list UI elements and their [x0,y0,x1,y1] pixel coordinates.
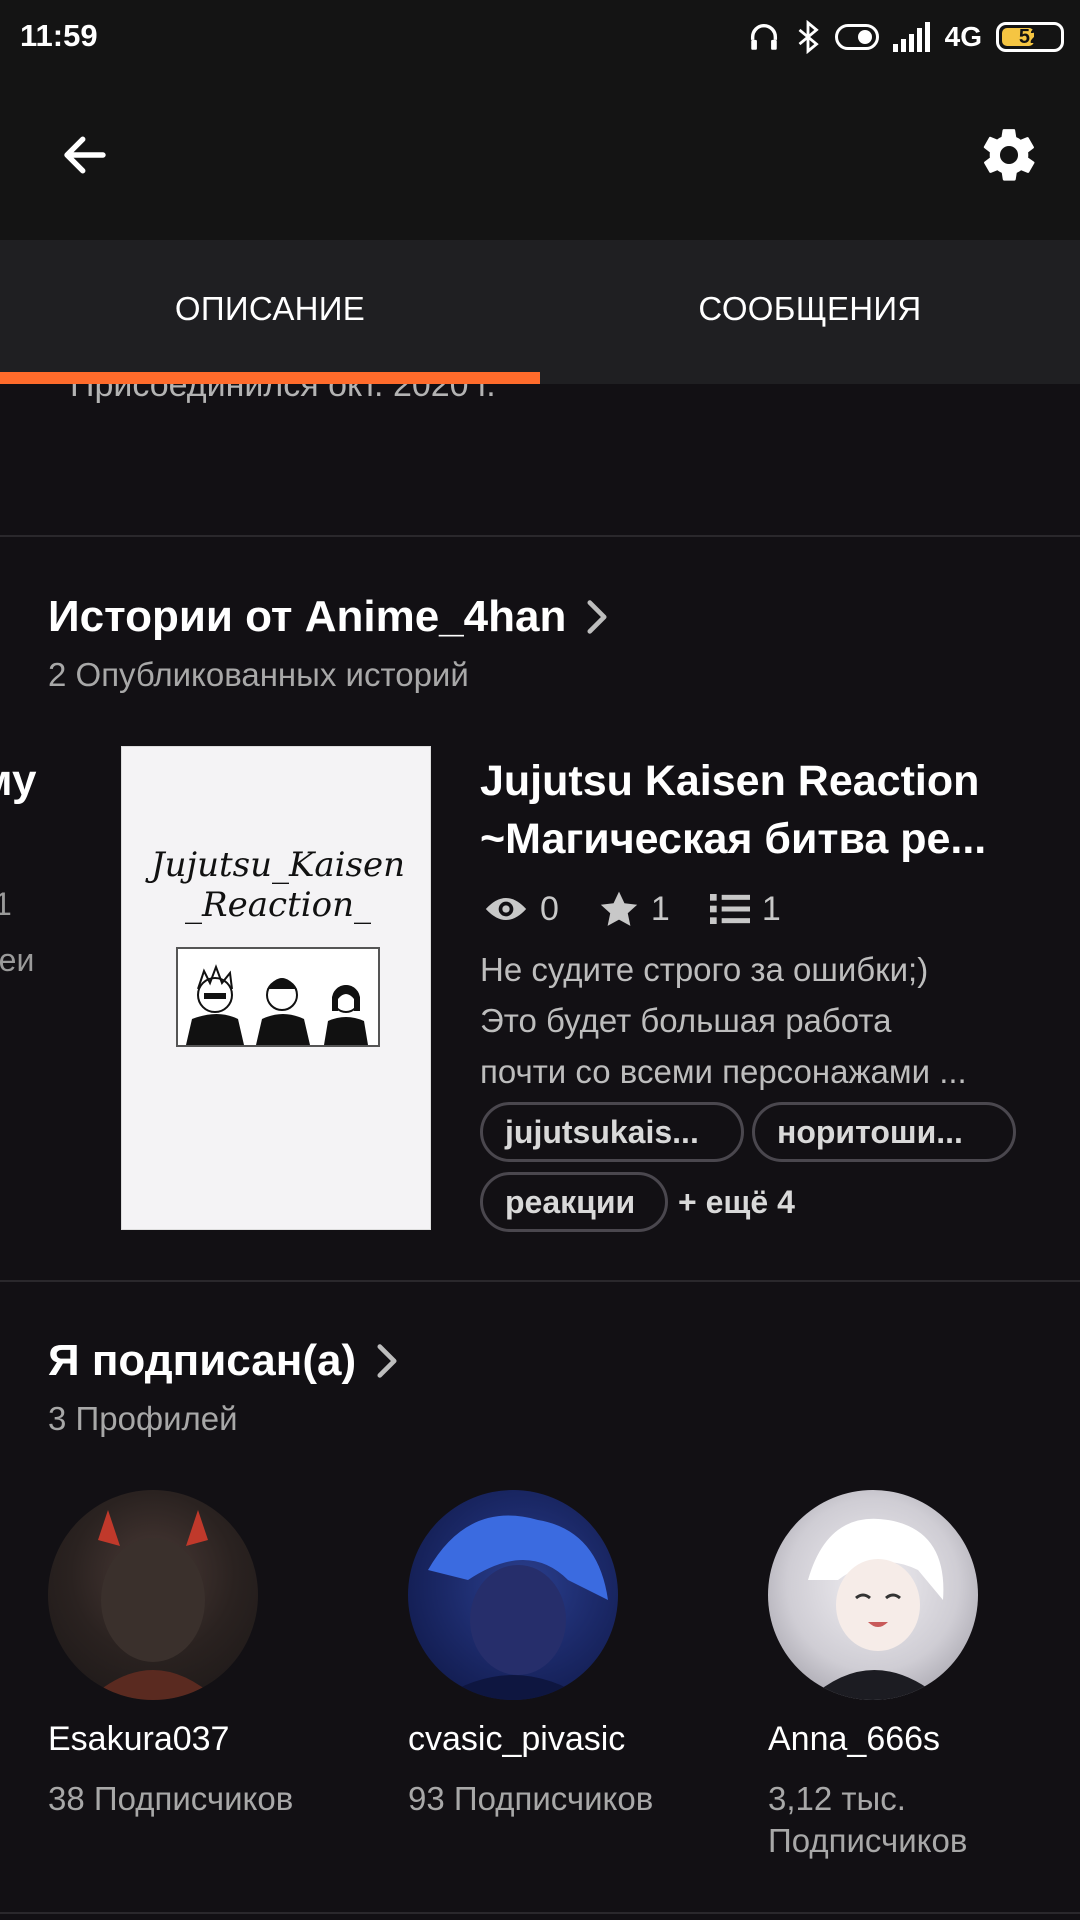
profile-followers: 38 Подписчиков [48,1780,294,1817]
avatar[interactable] [768,1490,978,1700]
following-header[interactable]: Я подписан(а) [48,1336,398,1386]
tag-chip[interactable]: jujutsukais... [480,1102,744,1162]
divider [0,535,1080,537]
previous-story-stat: 1 [0,886,12,922]
views-stat: 0 [484,890,559,929]
stories-header[interactable]: Истории от Anime_4han [48,592,608,642]
divider [0,1912,1080,1914]
profile-followers: 93 Подписчиков [408,1780,654,1817]
votes-stat: 1 [599,890,670,929]
star-icon [600,891,638,926]
avatar[interactable] [48,1490,258,1700]
following-title: Я подписан(а) [48,1336,357,1385]
story-stats: 0 1 1 [484,884,807,934]
gear-icon [983,129,1035,181]
story-title[interactable]: Jujutsu Kaisen Reaction ~Магическая битв… [480,752,1040,868]
signal-icon [892,22,930,52]
previous-story-title: му [0,756,37,805]
profile-followers: 3,12 тыс. Подписчиков [768,1780,968,1859]
parts-stat: 1 [709,890,781,929]
chevron-right-icon [587,600,607,634]
profile-name[interactable]: cvasic_pivasic [408,1720,625,1759]
tab-indicator [0,372,540,384]
tag-chip[interactable]: реакции [480,1172,668,1232]
status-icons: 4G 52 [747,14,1064,60]
tab-messages[interactable]: СООБЩЕНИЯ [540,240,1080,378]
back-button[interactable] [40,110,130,200]
eye-icon [485,898,527,920]
settings-button[interactable] [964,110,1054,200]
arrow-back-icon [64,136,106,174]
profile-name[interactable]: Anna_666s [768,1720,940,1759]
tag-chip[interactable]: норитоши... [752,1102,1016,1162]
joined-text-clip: Присоединился окт. 2020 г. [0,384,1080,414]
status-time: 11:59 [20,18,98,53]
toggle-icon [834,24,879,50]
cover-title: Jujutsu_Kaisen _Reaction_ [151,845,405,925]
headphones-icon [750,24,777,50]
joined-text: Присоединился окт. 2020 г. [70,384,496,404]
stories-subtitle: 2 Опубликованных историй [48,656,469,693]
stories-title: Истории от Anime_4han [48,592,567,641]
list-icon [709,894,750,924]
previous-story-card[interactable]: му 1 деи [0,740,70,1000]
following-subtitle: 3 Профилей [48,1400,238,1437]
chevron-right-icon [377,1344,397,1378]
divider [0,1280,1080,1282]
profile-name[interactable]: Esakura037 [48,1720,229,1759]
cover-illustration [176,947,380,1047]
story-cover[interactable]: Jujutsu_Kaisen _Reaction_ [121,746,431,1230]
avatar[interactable] [408,1490,618,1700]
network-type: 4G [944,21,982,52]
battery-icon: 52 [996,22,1064,52]
more-tags-link[interactable]: + ещё 4 [678,1184,795,1221]
tab-description[interactable]: ОПИСАНИЕ [0,240,540,378]
previous-story-desc: деи [0,942,35,978]
bluetooth-icon [798,20,819,54]
toolbar [0,80,1080,240]
story-description: Не судите строго за ошибки;) Это будет б… [480,951,967,1090]
